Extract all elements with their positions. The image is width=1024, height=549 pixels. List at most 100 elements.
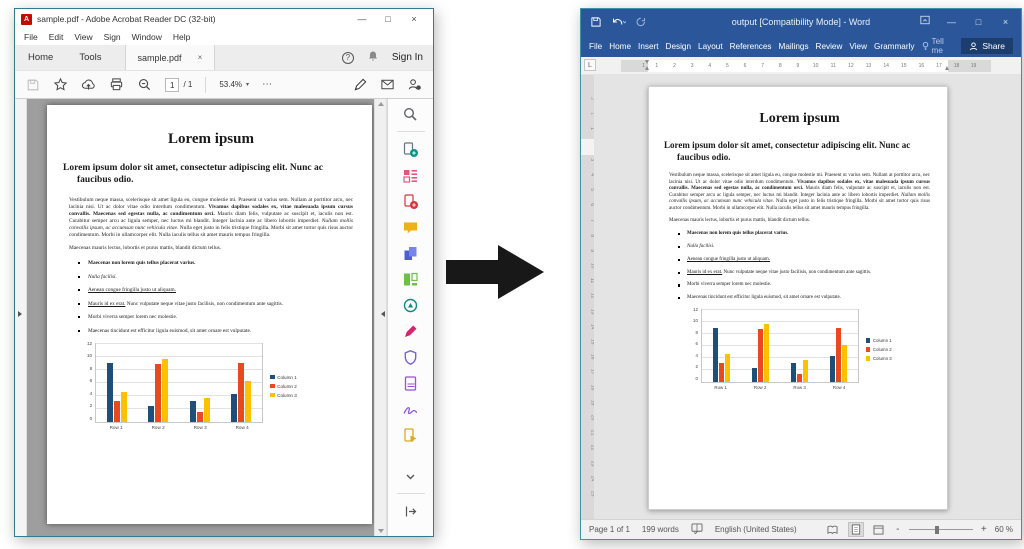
zoom-out-button[interactable]: - bbox=[894, 524, 902, 535]
protect-icon[interactable] bbox=[402, 348, 420, 366]
menu-edit[interactable]: Edit bbox=[49, 32, 64, 42]
menu-view[interactable]: View bbox=[74, 32, 92, 42]
word-count-label[interactable]: 199 words bbox=[642, 525, 679, 534]
nav-pane-collapsed[interactable] bbox=[15, 99, 27, 536]
share-button[interactable]: Share bbox=[961, 38, 1013, 54]
star-icon[interactable] bbox=[53, 77, 68, 92]
request-signatures-icon[interactable] bbox=[402, 426, 420, 444]
search-icon[interactable] bbox=[402, 105, 420, 123]
legend-label: Column 1 bbox=[873, 338, 892, 343]
convert-pdf-icon[interactable] bbox=[402, 296, 420, 314]
bar-chart[interactable]: 121086420Row 1Row 2Row 3Row 4Column 1Col… bbox=[693, 309, 930, 390]
tab-mailings[interactable]: Mailings bbox=[779, 42, 809, 51]
more-tools-chevron-icon[interactable] bbox=[402, 467, 420, 485]
open-tools-pane-icon[interactable] bbox=[402, 502, 420, 520]
compress-pdf-icon[interactable] bbox=[402, 374, 420, 392]
tab-home[interactable]: Home bbox=[15, 45, 66, 70]
minimize-button[interactable]: — bbox=[349, 9, 375, 29]
tab-document[interactable]: sample.pdf × bbox=[125, 45, 216, 70]
tab-stop-selector[interactable]: L bbox=[584, 59, 596, 71]
read-mode-icon[interactable] bbox=[825, 522, 841, 537]
print-icon[interactable] bbox=[109, 77, 124, 92]
menu-file[interactable]: File bbox=[24, 32, 38, 42]
zoom-thumb[interactable] bbox=[935, 526, 939, 534]
tab-home[interactable]: Home bbox=[609, 42, 631, 51]
menu-window[interactable]: Window bbox=[132, 32, 162, 42]
tab-references[interactable]: References bbox=[730, 42, 772, 51]
chart-categories: Row 1Row 2Row 3Row 4 bbox=[701, 385, 859, 390]
save-icon[interactable] bbox=[26, 78, 40, 92]
hanging-indent-marker[interactable] bbox=[645, 66, 649, 70]
tab-close-icon[interactable]: × bbox=[198, 53, 203, 62]
ruler-number: 15 bbox=[895, 63, 913, 69]
legend-swatch bbox=[270, 375, 275, 380]
envelope-icon[interactable] bbox=[380, 77, 395, 92]
tab-file[interactable]: File bbox=[589, 42, 602, 51]
zoom-level-label[interactable]: 60 % bbox=[995, 525, 1013, 534]
scroll-down-icon[interactable] bbox=[378, 529, 384, 533]
comment-icon[interactable] bbox=[402, 218, 420, 236]
bar-group bbox=[179, 344, 221, 422]
vertical-scrollbar[interactable] bbox=[374, 99, 387, 536]
tab-grammarly[interactable]: Grammarly bbox=[874, 42, 914, 51]
ruler-number: 7 bbox=[754, 63, 772, 69]
more-tools-icon[interactable]: ⋯ bbox=[262, 79, 273, 90]
menu-sign[interactable]: Sign bbox=[104, 32, 121, 42]
word-page[interactable]: Lorem ipsum Lorem ipsum dolor sit amet, … bbox=[648, 86, 948, 510]
edit-pdf-icon[interactable] bbox=[402, 270, 420, 288]
organize-pages-icon[interactable] bbox=[402, 166, 420, 184]
create-pdf-icon[interactable] bbox=[402, 192, 420, 210]
category-label: Row 2 bbox=[137, 425, 179, 430]
bullet-text: Maecenas tincidunt est efficitur ligula … bbox=[88, 328, 251, 334]
menu-help[interactable]: Help bbox=[173, 32, 190, 42]
maximize-button[interactable]: □ bbox=[375, 9, 401, 29]
tab-review[interactable]: Review bbox=[816, 42, 843, 51]
legend-label: Column 3 bbox=[873, 356, 892, 361]
help-icon[interactable]: ? bbox=[342, 52, 354, 64]
first-line-indent-marker[interactable] bbox=[645, 60, 649, 64]
fill-sign-icon[interactable] bbox=[402, 322, 420, 340]
redo-icon[interactable] bbox=[635, 16, 647, 28]
bar-chart[interactable]: 121086420Row 1Row 2Row 3Row 4Column 1Col… bbox=[87, 343, 353, 430]
web-layout-icon[interactable] bbox=[871, 522, 887, 537]
language-label[interactable]: English (United States) bbox=[715, 525, 797, 534]
minimize-button[interactable]: — bbox=[938, 9, 965, 35]
maximize-button[interactable]: □ bbox=[965, 9, 992, 35]
ribbon-display-options-icon[interactable] bbox=[911, 9, 938, 35]
undo-icon[interactable] bbox=[611, 16, 626, 28]
zoom-control[interactable]: 53.4% ▾ bbox=[219, 80, 249, 89]
bar-group bbox=[96, 344, 138, 422]
bell-icon[interactable] bbox=[367, 49, 379, 67]
close-button[interactable]: × bbox=[401, 9, 427, 29]
expand-nav-pane-icon[interactable] bbox=[18, 311, 22, 317]
tab-view[interactable]: View bbox=[849, 42, 867, 51]
signature-icon[interactable] bbox=[402, 400, 420, 418]
page-count-label[interactable]: Page 1 of 1 bbox=[589, 525, 630, 534]
tab-tools[interactable]: Tools bbox=[66, 45, 114, 70]
sign-in-button[interactable]: Sign In bbox=[392, 52, 423, 63]
tab-design[interactable]: Design bbox=[666, 42, 692, 51]
right-indent-marker[interactable] bbox=[945, 66, 949, 70]
combine-files-icon[interactable] bbox=[402, 244, 420, 262]
person-add-icon[interactable] bbox=[407, 77, 422, 92]
ruler-right-margin: 1819 bbox=[948, 63, 991, 69]
tell-me-box[interactable]: Tell me bbox=[922, 37, 955, 55]
search-zoom-icon[interactable] bbox=[137, 77, 152, 92]
tab-insert[interactable]: Insert bbox=[638, 42, 658, 51]
zoom-slider[interactable] bbox=[909, 524, 973, 535]
collapse-tools-pane-icon[interactable] bbox=[381, 311, 385, 317]
page-number-input[interactable]: 1 bbox=[165, 78, 179, 92]
cloud-upload-icon[interactable] bbox=[81, 77, 96, 92]
save-icon[interactable] bbox=[590, 16, 602, 28]
chevron-down-icon[interactable]: ▾ bbox=[246, 81, 249, 88]
y-tick-label: 10 bbox=[87, 353, 92, 358]
print-layout-icon[interactable] bbox=[848, 522, 864, 537]
export-pdf-icon[interactable] bbox=[402, 140, 420, 158]
proofing-icon[interactable] bbox=[691, 523, 703, 536]
scroll-up-icon[interactable] bbox=[378, 102, 384, 106]
zoom-in-button[interactable]: + bbox=[980, 524, 988, 535]
fill-sign-pen-icon[interactable] bbox=[353, 77, 368, 92]
tab-layout[interactable]: Layout bbox=[698, 42, 723, 51]
horizontal-ruler[interactable]: 1 1234567891011121314151617 1819 bbox=[621, 60, 991, 72]
close-button[interactable]: × bbox=[992, 9, 1019, 35]
